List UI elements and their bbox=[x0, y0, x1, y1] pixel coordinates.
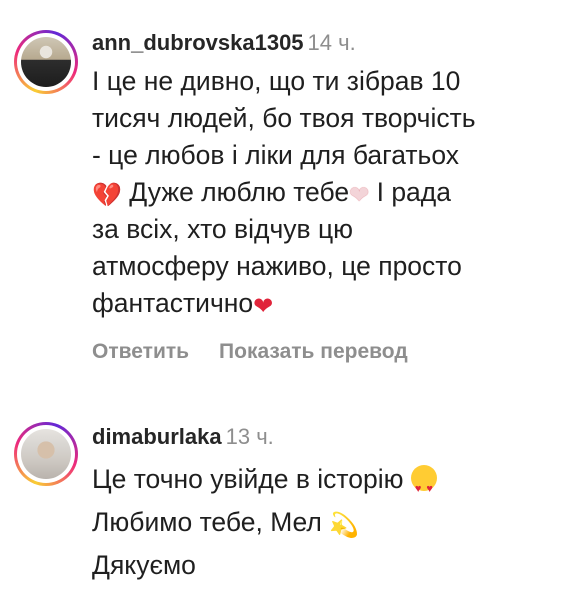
heart-eyes-icon bbox=[410, 465, 437, 511]
username[interactable]: dimaburlaka bbox=[92, 424, 222, 449]
comment-line: - це любов і ліки для багатьох bbox=[92, 140, 460, 170]
comment-content: dimaburlaka 13 ч. Це точно увійде в істор… bbox=[92, 422, 562, 587]
user-avatar-photo bbox=[21, 429, 71, 479]
show-translation-button[interactable]: Показать перевод bbox=[219, 340, 408, 363]
reply-button[interactable]: Ответить bbox=[92, 340, 189, 363]
dizzy-icon: 💫 bbox=[329, 512, 360, 539]
comment-line: за всіх, хто відчув цю bbox=[92, 214, 354, 244]
username[interactable]: ann_dubrovska1305 bbox=[92, 30, 304, 55]
timestamp: 14 ч. bbox=[307, 30, 356, 55]
comment-text: І це не дивно, що ти зібрав 10 тисяч люд… bbox=[92, 63, 562, 322]
timestamp: 13 ч. bbox=[225, 424, 274, 449]
user-avatar-photo bbox=[21, 37, 71, 87]
comment-line: І рада bbox=[376, 177, 451, 207]
comment-line: тисяч людей, бо твоя творчість bbox=[92, 103, 476, 133]
comment-line: Це точно увійде в історію bbox=[92, 464, 404, 494]
avatar[interactable] bbox=[14, 422, 78, 486]
heart-icon: ❤ bbox=[349, 182, 370, 209]
comment-header: dimaburlaka 13 ч. bbox=[92, 422, 562, 452]
avatar[interactable] bbox=[14, 30, 78, 94]
comment-line: Любимо тебе, Мел bbox=[92, 507, 322, 537]
comment-content: ann_dubrovska1305 14 ч. І це не дивно, що… bbox=[92, 28, 562, 364]
avatar-border bbox=[17, 33, 75, 91]
comment-line: І це не дивно, що ти зібрав 10 bbox=[92, 66, 461, 96]
broken-heart-icon: 💔 bbox=[92, 182, 122, 209]
comment-line: Дякуємо bbox=[92, 550, 196, 580]
comment-line: фантастично bbox=[92, 288, 254, 318]
comment-header: ann_dubrovska1305 14 ч. bbox=[92, 28, 562, 58]
comment-actions: Ответить Показать перевод bbox=[92, 340, 562, 364]
comment-text: Це точно увійде в історію Любимо тебе, М… bbox=[92, 458, 562, 587]
comment-line: Дуже люблю тебе bbox=[129, 177, 350, 207]
avatar-border bbox=[17, 425, 75, 483]
comment-line: атмосферу наживо, це просто bbox=[92, 251, 462, 281]
heart-icon: ❤ bbox=[253, 293, 274, 320]
